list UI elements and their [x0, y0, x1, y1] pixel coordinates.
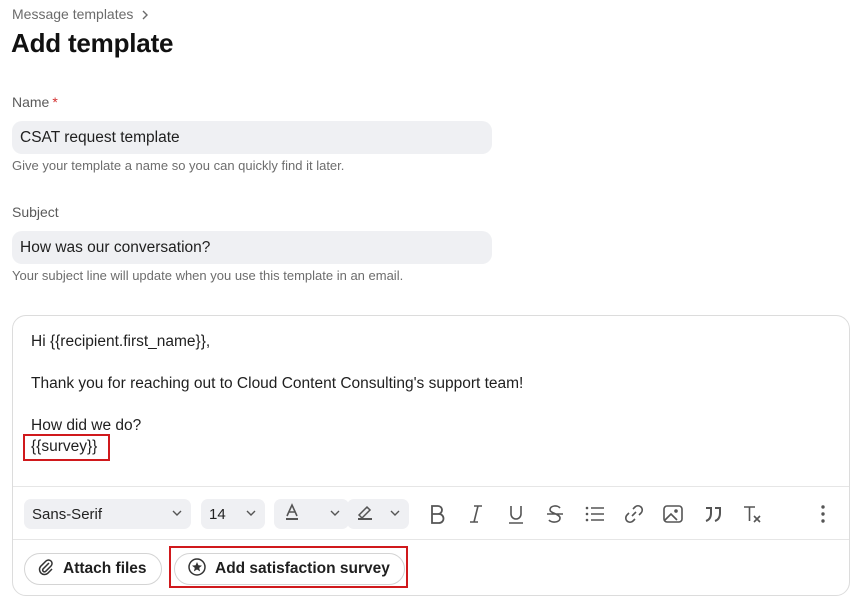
editor-line-thanks: Thank you for reaching out to Cloud Cont… — [31, 375, 524, 392]
quote-icon[interactable] — [701, 502, 725, 526]
paperclip-icon — [37, 558, 55, 581]
chevron-down-icon — [245, 506, 257, 523]
attach-files-label: Attach files — [63, 560, 147, 577]
subject-input-value: How was our conversation? — [20, 238, 211, 256]
name-input-value: CSAT request template — [20, 128, 180, 146]
name-label: Name * — [12, 94, 58, 110]
text-color-select[interactable] — [274, 499, 349, 529]
more-options-icon[interactable] — [811, 502, 835, 526]
bullet-list-icon[interactable] — [583, 502, 607, 526]
required-marker: * — [52, 94, 58, 110]
strikethrough-icon[interactable] — [543, 502, 567, 526]
clear-format-icon[interactable] — [740, 502, 764, 526]
font-family-select[interactable]: Sans-Serif — [24, 499, 191, 529]
editor-line-greeting: Hi {{recipient.first_name}}, — [31, 333, 211, 350]
survey-placeholder-highlight — [23, 434, 110, 461]
font-size-value: 14 — [209, 505, 226, 523]
image-icon[interactable] — [661, 502, 685, 526]
editor-line-question: How did we do? — [31, 417, 142, 434]
name-input[interactable]: CSAT request template — [12, 121, 492, 154]
subject-hint: Your subject line will update when you u… — [12, 268, 404, 283]
breadcrumb-link-message-templates[interactable]: Message templates — [12, 6, 133, 22]
message-editor: Hi {{recipient.first_name}}, Thank you f… — [12, 315, 850, 596]
survey-button-highlight — [169, 546, 408, 588]
link-icon[interactable] — [622, 502, 646, 526]
chevron-down-icon — [329, 506, 341, 523]
formatting-toolbar: Sans-Serif 14 — [13, 486, 849, 540]
name-hint: Give your template a name so you can qui… — [12, 158, 345, 173]
underline-icon[interactable] — [504, 502, 528, 526]
breadcrumb: Message templates — [12, 6, 151, 22]
subject-label: Subject — [12, 204, 59, 220]
text-color-icon — [282, 502, 302, 526]
highlight-icon — [355, 502, 375, 526]
chevron-down-icon — [171, 506, 183, 523]
page-title: Add template — [11, 28, 174, 58]
name-label-text: Name — [12, 94, 50, 110]
font-size-select[interactable]: 14 — [201, 499, 265, 529]
editor-footer: Attach files Add satisfaction survey — [13, 540, 849, 596]
attach-files-button[interactable]: Attach files — [24, 553, 162, 585]
highlight-color-select[interactable] — [347, 499, 409, 529]
chevron-down-icon — [389, 506, 401, 523]
bold-icon[interactable] — [425, 502, 449, 526]
subject-input[interactable]: How was our conversation? — [12, 231, 492, 264]
chevron-right-icon — [139, 8, 151, 20]
italic-icon[interactable] — [464, 502, 488, 526]
font-family-value: Sans-Serif — [32, 505, 103, 523]
